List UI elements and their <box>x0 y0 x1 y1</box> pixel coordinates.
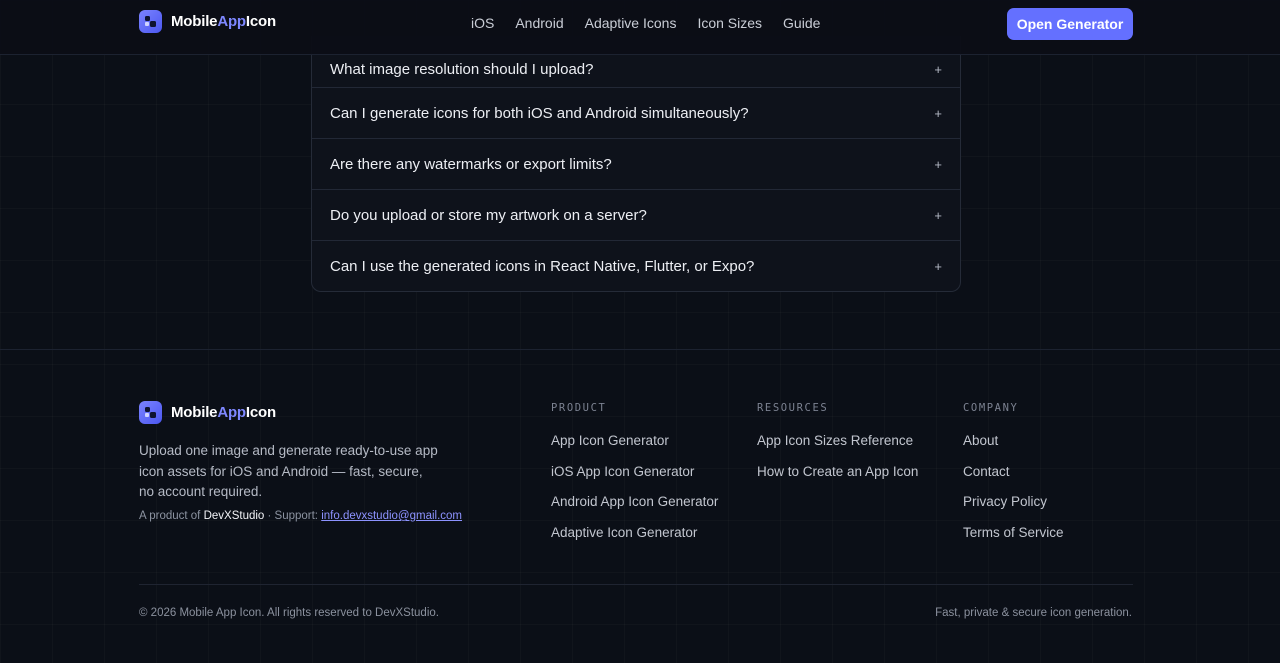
footer-credit: A product of DevXStudio · Support: info.… <box>139 510 462 522</box>
footer-link[interactable]: About <box>963 432 1064 463</box>
plus-icon[interactable]: + <box>934 259 942 274</box>
faq-item[interactable]: Can I use the generated icons in React N… <box>312 241 960 291</box>
footer-description: Upload one image and generate ready-to-u… <box>139 443 438 499</box>
footer-link[interactable]: Android App Icon Generator <box>551 493 718 524</box>
footer-column-resources: RESOURCES App Icon Sizes Reference How t… <box>757 402 918 493</box>
app-logo-icon <box>139 401 162 424</box>
support-email-link[interactable]: info.devxstudio@gmail.com <box>321 510 462 522</box>
footer-link[interactable]: Terms of Service <box>963 524 1064 555</box>
footer-link[interactable]: Privacy Policy <box>963 493 1064 524</box>
main-nav: iOS Android Adaptive Icons Icon Sizes Gu… <box>471 15 820 31</box>
faq-item[interactable]: Do you upload or store my artwork on a s… <box>312 190 960 241</box>
header-logo[interactable]: MobileAppIcon <box>139 10 276 33</box>
app-logo-icon <box>139 10 162 33</box>
nav-android[interactable]: Android <box>515 15 563 31</box>
plus-icon[interactable]: + <box>934 106 942 121</box>
footer-link[interactable]: App Icon Generator <box>551 432 718 463</box>
footer-divider <box>0 349 1280 350</box>
faq-accordion: What image resolution should I upload? +… <box>311 36 961 292</box>
faq-question: Do you upload or store my artwork on a s… <box>330 206 647 224</box>
faq-question: Can I use the generated icons in React N… <box>330 258 755 275</box>
faq-item[interactable]: Are there any watermarks or export limit… <box>312 139 960 190</box>
faq-question: Are there any watermarks or export limit… <box>330 155 612 173</box>
footer-link[interactable]: Contact <box>963 463 1064 494</box>
footer-link[interactable]: iOS App Icon Generator <box>551 463 718 494</box>
nav-icon-sizes[interactable]: Icon Sizes <box>697 15 762 31</box>
footer-link[interactable]: How to Create an App Icon <box>757 463 918 494</box>
footer-column-product: PRODUCT App Icon Generator iOS App Icon … <box>551 402 718 554</box>
faq-item[interactable]: Can I generate icons for both iOS and An… <box>312 88 960 139</box>
plus-icon[interactable]: + <box>934 62 942 77</box>
nav-guide[interactable]: Guide <box>783 15 820 31</box>
copyright-text: © 2026 Mobile App Icon. All rights reser… <box>139 607 439 619</box>
plus-icon[interactable]: + <box>934 208 942 223</box>
faq-question: Can I generate icons for both iOS and An… <box>330 104 749 122</box>
logo-wordmark: MobileAppIcon <box>171 13 276 30</box>
logo-wordmark: MobileAppIcon <box>171 404 276 421</box>
footer-column-company: COMPANY About Contact Privacy Policy Ter… <box>963 402 1064 554</box>
footer-tagline: Fast, private & secure icon generation. <box>935 607 1132 619</box>
credit-brand: DevXStudio <box>203 510 265 522</box>
nav-ios[interactable]: iOS <box>471 15 494 31</box>
open-generator-button[interactable]: Open Generator <box>1007 8 1133 40</box>
column-title: COMPANY <box>963 402 1019 414</box>
faq-question: What image resolution should I upload? <box>330 60 594 78</box>
footer-link[interactable]: App Icon Sizes Reference <box>757 432 918 463</box>
footer-logo[interactable]: MobileAppIcon <box>139 401 276 424</box>
column-title: PRODUCT <box>551 402 607 414</box>
plus-icon[interactable]: + <box>934 157 942 172</box>
nav-adaptive-icons[interactable]: Adaptive Icons <box>585 15 677 31</box>
site-header: MobileAppIcon iOS Android Adaptive Icons… <box>0 0 1280 55</box>
footer-link[interactable]: Adaptive Icon Generator <box>551 524 718 555</box>
column-title: RESOURCES <box>757 402 829 414</box>
footer-bottom-divider <box>139 584 1133 585</box>
